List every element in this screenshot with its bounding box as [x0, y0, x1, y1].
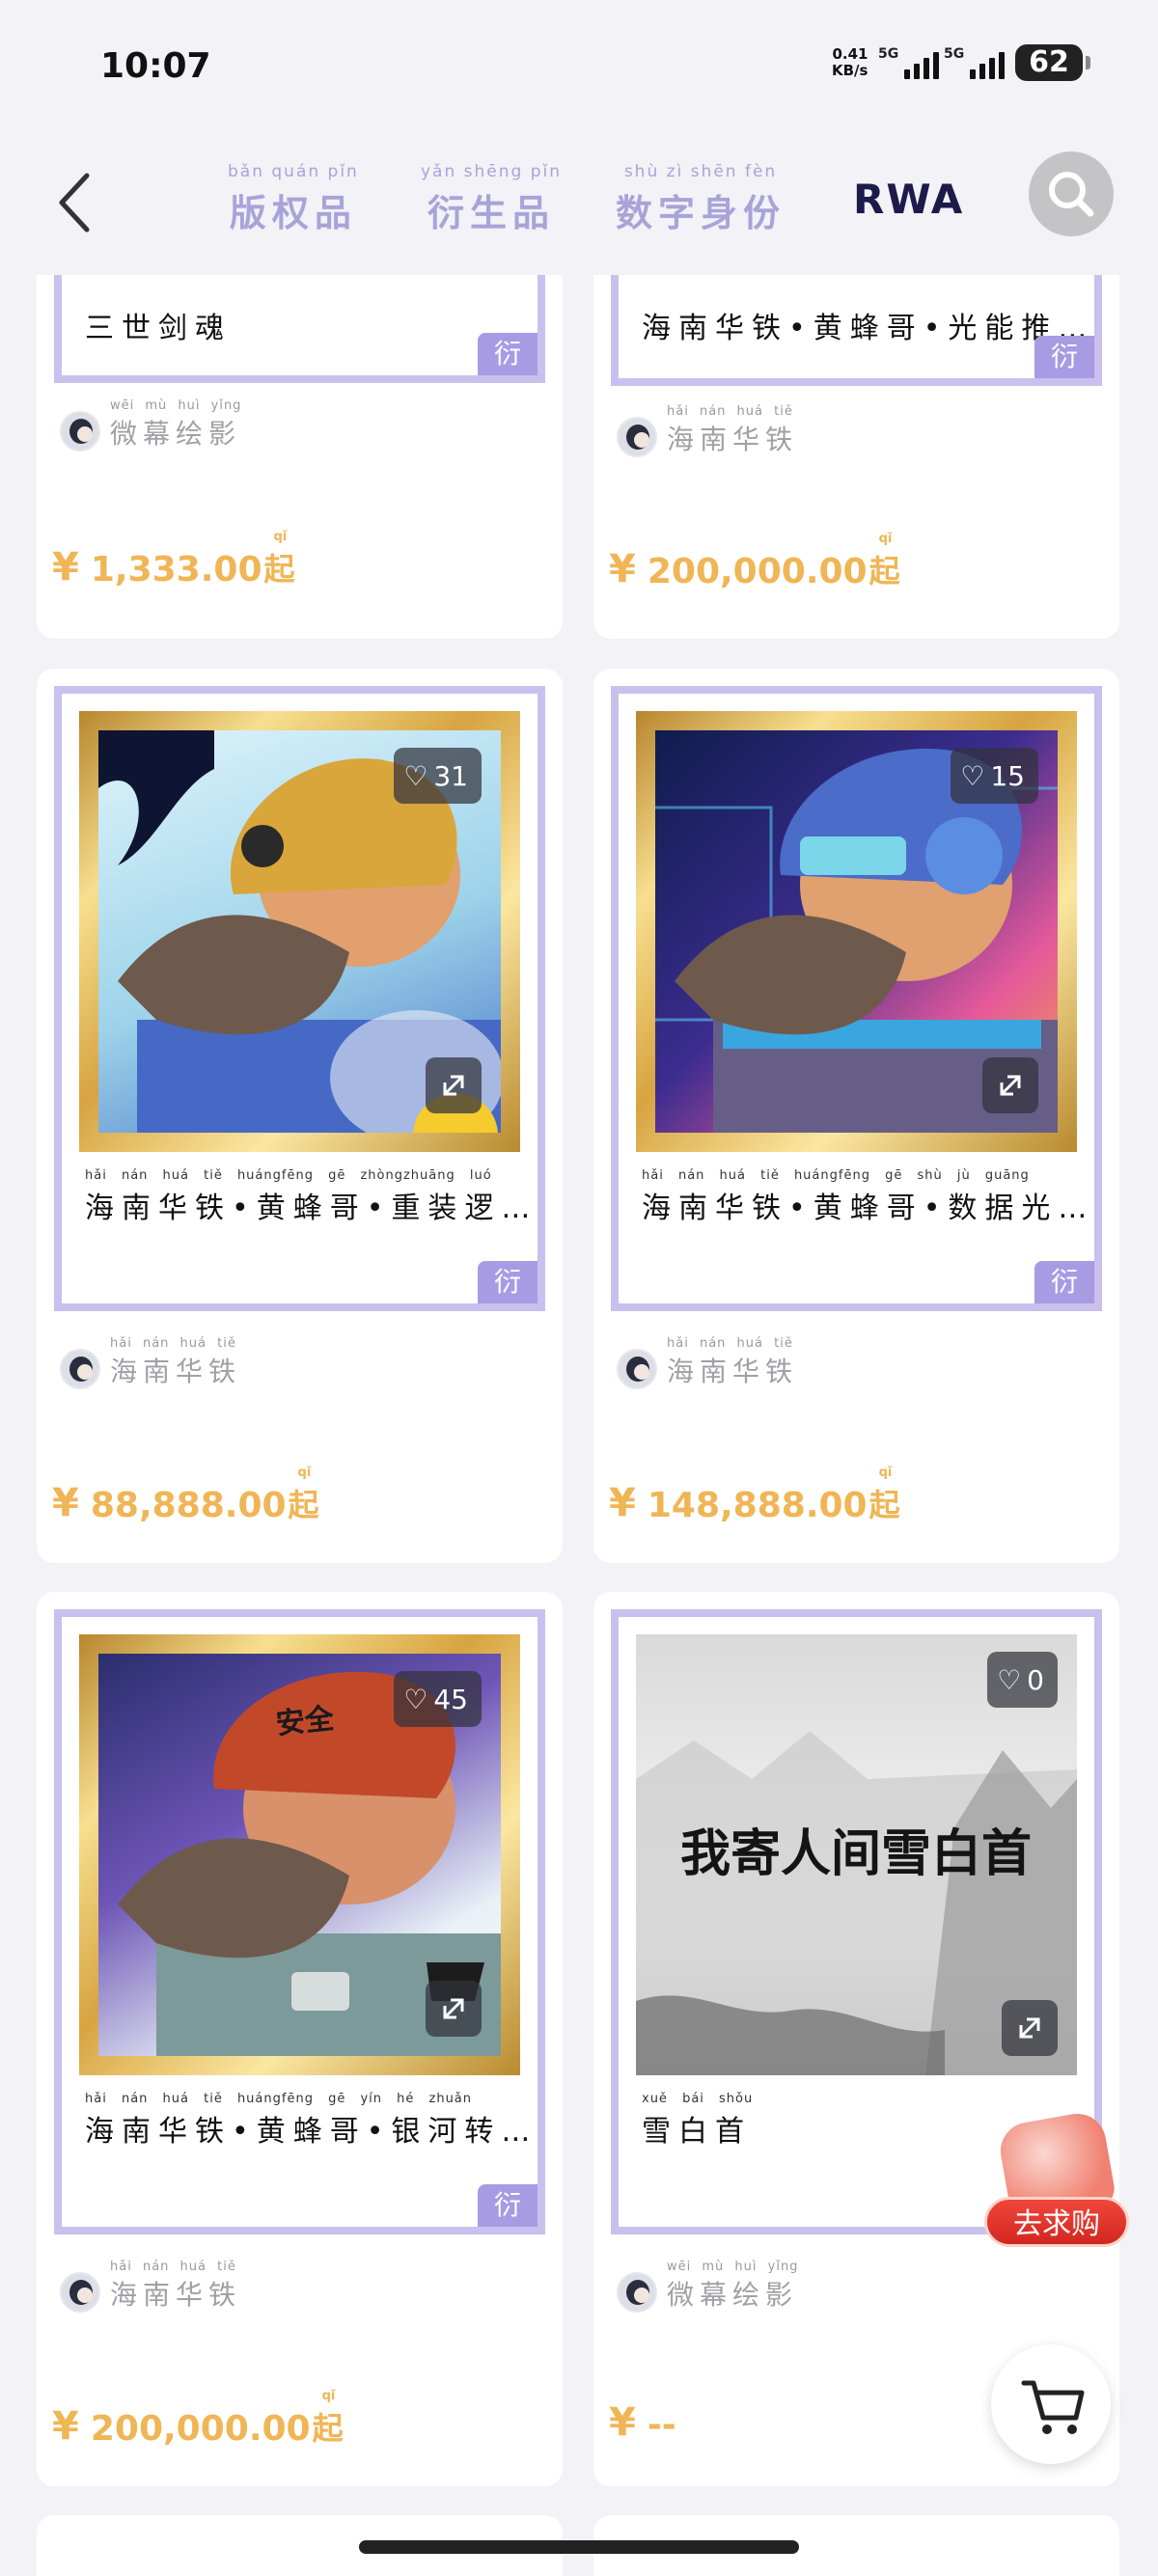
product-title: 雪白首: [642, 2115, 752, 2149]
expand-icon: [1000, 1075, 1021, 1096]
signal-icon: 5G: [878, 46, 940, 79]
chevron-left-icon: [59, 173, 90, 233]
price: ¥ 200,000.00 qǐ 起: [52, 2389, 344, 2449]
avatar: [617, 1349, 657, 1389]
price: ¥ 88,888.00 qǐ 起: [52, 1466, 319, 1525]
expand-icon: [443, 1075, 464, 1096]
product-title: 海南华铁•黄蜂哥•数据光…: [642, 1192, 1095, 1225]
creator-name: 海南华铁: [667, 424, 799, 455]
product-title: 三世剑魂: [85, 312, 232, 345]
card-frame: ♡ 15 hǎi nán huá tiě huángfēng gē shù jù…: [611, 686, 1102, 1311]
card-frame: ♡ 31 hǎi nán huá tiě huángfēng gē zhòngz…: [54, 686, 545, 1311]
like-button[interactable]: ♡ 31: [394, 748, 482, 804]
card-frame: 海南华铁•黄蜂哥•光能推… 衍: [611, 275, 1102, 386]
product-image[interactable]: ♡ 31: [79, 711, 520, 1152]
creator[interactable]: wēi mù huì yǐng 微幕绘影: [617, 2260, 798, 2313]
heart-icon: ♡: [403, 759, 428, 792]
creator-name: 微幕绘影: [667, 2279, 799, 2311]
creator-name: 海南华铁: [667, 1356, 799, 1387]
expand-button[interactable]: [426, 1981, 482, 2037]
product-title: 海南华铁•黄蜂哥•光能推…: [642, 312, 1095, 345]
heart-icon: ♡: [403, 1683, 428, 1715]
product-image[interactable]: 我寄人间雪白首 ♡ 0: [636, 1634, 1077, 2075]
price: ¥ 200,000.00 qǐ 起: [609, 532, 900, 591]
home-indicator: [359, 2540, 799, 2554]
product-card[interactable]: 海南华铁•黄蜂哥•光能推… 衍 hǎi nán huá tiě 海南华铁 ¥ 2…: [593, 275, 1119, 639]
search-button[interactable]: [1029, 151, 1114, 236]
product-title: 海南华铁•黄蜂哥•重装逻…: [85, 1192, 538, 1225]
product-image[interactable]: 安全 ♡ 45: [79, 1634, 520, 2075]
expand-button[interactable]: [982, 1057, 1038, 1113]
search-icon: [1049, 172, 1094, 217]
tab-digital-identity[interactable]: shù zì shēn fèn 数字身份: [616, 162, 786, 236]
avatar: [617, 2272, 657, 2313]
creator[interactable]: wēi mù huì yǐng 微幕绘影: [60, 398, 241, 452]
top-nav: bǎn quán pǐn 版权品 yǎn shēng pǐn 衍生品 shù z…: [0, 135, 1158, 275]
heart-icon: ♡: [960, 759, 985, 792]
expand-icon: [1019, 2017, 1040, 2039]
price: ¥ --: [609, 2400, 676, 2445]
creator-name: 海南华铁: [110, 1356, 242, 1387]
avatar: [60, 1349, 100, 1389]
creator[interactable]: hǎi nán huá tiě 海南华铁: [60, 2260, 241, 2313]
cart-button[interactable]: [991, 2344, 1111, 2464]
network-speed: 0.41 KB/s: [832, 45, 868, 79]
tab-rwa[interactable]: RWA: [853, 176, 964, 223]
cart-icon: [1021, 2380, 1085, 2434]
tab-copyright[interactable]: bǎn quán pǐn 版权品: [228, 162, 359, 236]
derivative-badge: 衍: [1034, 1261, 1094, 1303]
back-button[interactable]: [48, 164, 106, 241]
signal-icon-2: 5G: [944, 46, 1006, 79]
creator-name: 微幕绘影: [110, 418, 242, 450]
price: ¥ 1,333.00 qǐ 起: [52, 530, 295, 589]
expand-icon: [443, 1998, 464, 2019]
product-card[interactable]: 三世剑魂 衍 wēi mù huì yǐng 微幕绘影 ¥ 1,333.00 q…: [37, 275, 563, 639]
derivative-badge: 衍: [478, 1261, 538, 1303]
like-button[interactable]: ♡ 45: [394, 1671, 482, 1727]
creator[interactable]: hǎi nán huá tiě 海南华铁: [617, 404, 798, 457]
tab-derivatives[interactable]: yǎn shēng pǐn 衍生品: [421, 162, 562, 236]
price: ¥ 148,888.00 qǐ 起: [609, 1466, 900, 1525]
artwork-calligraphy: 我寄人间雪白首: [680, 1824, 1032, 1883]
card-frame: 三世剑魂 衍: [54, 275, 545, 383]
battery-icon: 62: [1015, 44, 1090, 81]
expand-button[interactable]: [1002, 2000, 1058, 2056]
want-to-buy-button[interactable]: 去求购: [984, 2109, 1129, 2253]
avatar: [617, 417, 657, 457]
derivative-badge: 衍: [1034, 336, 1094, 378]
product-card[interactable]: ♡ 31 hǎi nán huá tiě huángfēng gē zhòngz…: [37, 669, 563, 1563]
avatar: [60, 411, 100, 452]
product-card[interactable]: ♡ 15 hǎi nán huá tiě huángfēng gē shù jù…: [593, 669, 1119, 1563]
status-bar: 10:07 0.41 KB/s 5G 5G 62: [0, 0, 1158, 135]
avatar: [60, 2272, 100, 2313]
status-time: 10:07: [100, 46, 211, 86]
creator[interactable]: hǎi nán huá tiě 海南华铁: [60, 1336, 241, 1389]
like-button[interactable]: ♡ 15: [951, 748, 1038, 804]
creator-name: 海南华铁: [110, 2279, 242, 2311]
like-button[interactable]: ♡ 0: [987, 1652, 1058, 1708]
derivative-badge: 衍: [478, 333, 538, 375]
creator[interactable]: hǎi nán huá tiě 海南华铁: [617, 1336, 798, 1389]
expand-button[interactable]: [426, 1057, 482, 1113]
product-image[interactable]: ♡ 15: [636, 711, 1077, 1152]
helmet-text: 安全: [274, 1702, 336, 1741]
product-card[interactable]: 安全 ♡ 45 hǎi nán huá tiě huángfēng gē yín…: [37, 1592, 563, 2486]
heart-icon: ♡: [997, 1663, 1022, 1696]
card-frame: 安全 ♡ 45 hǎi nán huá tiě huángfēng gē yín…: [54, 1609, 545, 2234]
derivative-badge: 衍: [478, 2184, 538, 2227]
product-title: 海南华铁•黄蜂哥•银河转…: [85, 2115, 538, 2149]
